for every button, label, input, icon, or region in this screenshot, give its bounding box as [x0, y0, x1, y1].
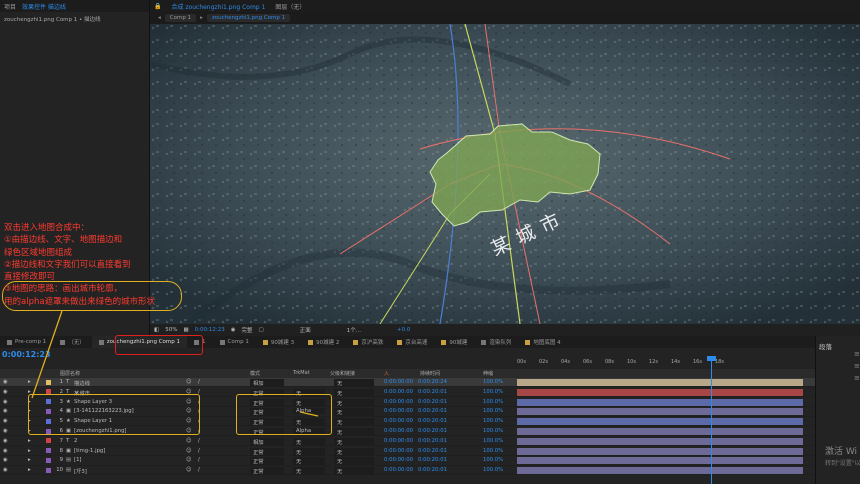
annotation-line: ③地图的思路：画出城市轮廓，	[4, 284, 123, 295]
annotation-line: 绿色区域地图组成	[4, 247, 73, 258]
annotation-line: 用的alpha遮罩来做出来绿色的城市形状	[4, 296, 156, 307]
annotation-line: 双击进入地图合成中：	[4, 223, 90, 233]
annotation-note: 双击进入地图合成中： ①由描边线、文字、地图描边和 绿色区域地图组成 ②描边线和文字我…	[4, 222, 184, 308]
annotation-line: 直接修改即可	[4, 272, 56, 283]
annotation-line: ①由描边线、文字、地图描边和	[4, 235, 123, 246]
annotation-line: ②描边线和文字我们可以直接看到	[4, 259, 131, 270]
